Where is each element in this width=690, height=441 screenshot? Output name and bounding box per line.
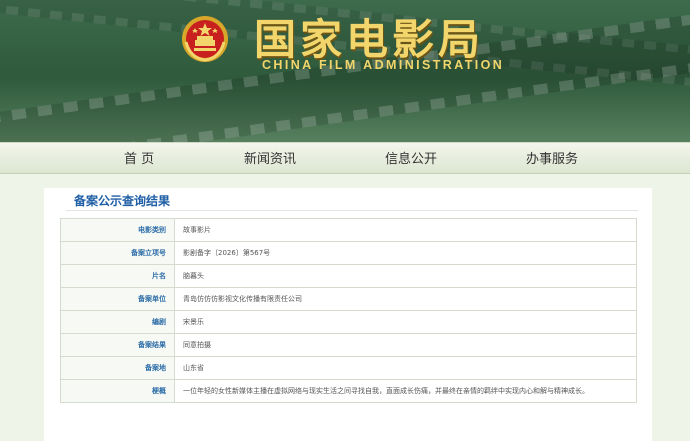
table-row: 片名 脑暮头 — [60, 264, 637, 288]
field-value: 宋景乐 — [174, 310, 637, 334]
table-row: 备案结果 同意拍摄 — [60, 333, 637, 357]
nav-item-news[interactable]: 新闻资讯 — [244, 148, 296, 167]
header-banner: 国家电影局 CHINA FILM ADMINISTRATION — [0, 0, 690, 142]
field-label: 电影类别 — [60, 218, 175, 242]
field-value: 青岛仿仿仿影视文化传播有限责任公司 — [174, 287, 637, 311]
field-label: 梗概 — [60, 379, 175, 403]
nav-item-home[interactable]: 首 页 — [124, 148, 154, 167]
main-nav: 首 页 新闻资讯 信息公开 办事服务 — [0, 142, 690, 174]
nav-item-services[interactable]: 办事服务 — [526, 148, 578, 167]
table-row: 编剧 宋景乐 — [60, 310, 637, 334]
field-label: 备案结果 — [60, 333, 175, 357]
field-label: 编剧 — [60, 310, 175, 334]
field-label: 备案单位 — [60, 287, 175, 311]
table-row: 电影类别 故事影片 — [60, 218, 637, 242]
page-title: 备案公示查询结果 — [74, 194, 171, 208]
table-row: 备案单位 青岛仿仿仿影视文化传播有限责任公司 — [60, 287, 637, 311]
table-row: 梗概 一位年轻的女性新媒体主播在虚拟网络与现实生活之间寻找自我，直面成长伤痛，并… — [60, 379, 637, 403]
field-value: 同意拍摄 — [174, 333, 637, 357]
field-value: 故事影片 — [174, 218, 637, 242]
site-subtitle: CHINA FILM ADMINISTRATION — [262, 58, 505, 72]
field-value: 影剧备字〔2026〕第567号 — [174, 241, 637, 265]
national-emblem-icon — [182, 16, 228, 62]
title-divider — [66, 210, 638, 211]
field-value: 脑暮头 — [174, 264, 637, 288]
nav-item-info-disclosure[interactable]: 信息公开 — [385, 148, 437, 167]
field-value: 山东省 — [174, 356, 637, 380]
field-label: 备案立项号 — [60, 241, 175, 265]
content-panel: 备案公示查询结果 电影类别 故事影片 备案立项号 影剧备字〔2026〕第567号… — [44, 188, 652, 441]
field-label: 片名 — [60, 264, 175, 288]
field-value: 一位年轻的女性新媒体主播在虚拟网络与现实生活之间寻找自我，直面成长伤痛，并最终在… — [174, 379, 637, 403]
record-table: 电影类别 故事影片 备案立项号 影剧备字〔2026〕第567号 片名 脑暮头 备… — [60, 218, 637, 403]
table-row: 备案地 山东省 — [60, 356, 637, 380]
table-row: 备案立项号 影剧备字〔2026〕第567号 — [60, 241, 637, 265]
field-label: 备案地 — [60, 356, 175, 380]
